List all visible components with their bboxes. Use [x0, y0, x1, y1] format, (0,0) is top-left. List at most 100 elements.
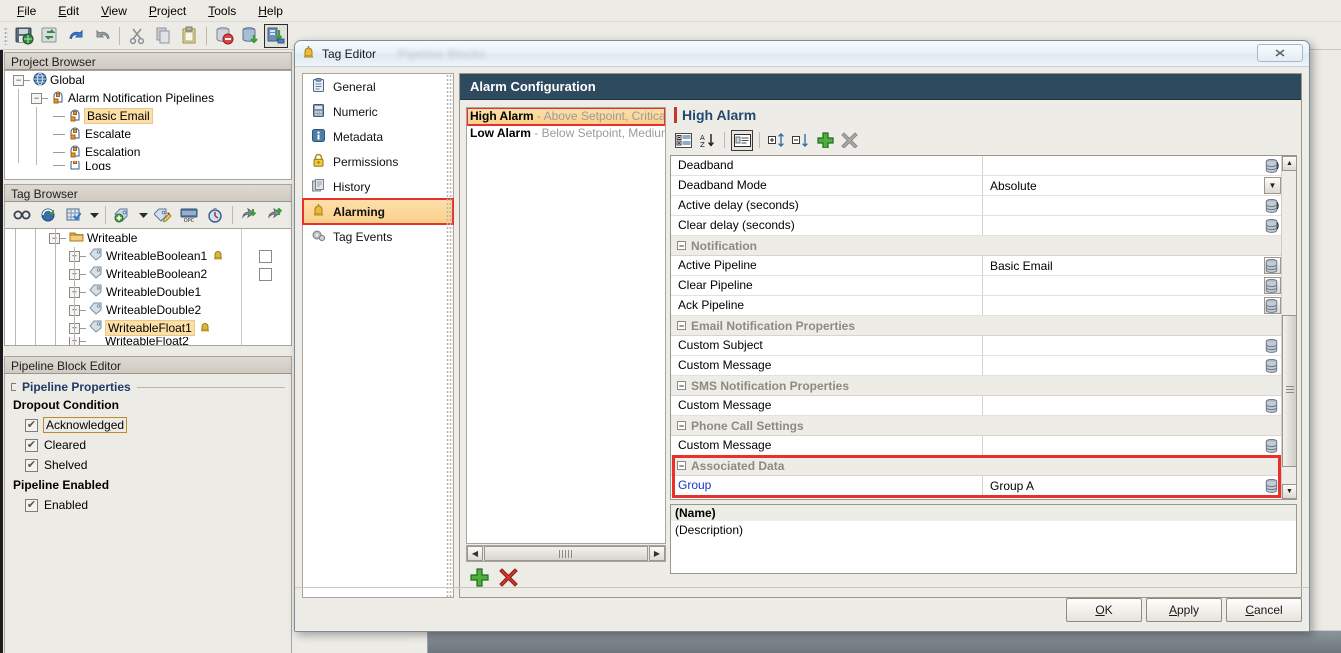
- tree-item-tag[interactable]: + WriteableBoolean2: [5, 265, 291, 283]
- property-value[interactable]: [983, 396, 1283, 415]
- collapse-icon[interactable]: −: [677, 421, 686, 430]
- alarm-list-item-low-alarm[interactable]: Low Alarm - Below Setpoint, Medium: [467, 125, 665, 142]
- property-row-deadband-mode[interactable]: Deadband Mode Absolute ▼: [671, 176, 1283, 196]
- category-item-permissions[interactable]: Permissions: [303, 149, 453, 174]
- property-row-active-pipeline[interactable]: Active Pipeline Basic Email ▼: [671, 256, 1283, 276]
- db-connect-icon[interactable]: [238, 24, 262, 48]
- categorized-view-button[interactable]: [672, 130, 694, 151]
- property-value[interactable]: Absolute ▼: [983, 176, 1283, 195]
- category-item-numeric[interactable]: Numeric: [303, 99, 453, 124]
- collapse-icon[interactable]: −: [677, 321, 686, 330]
- apply-button[interactable]: Apply: [1146, 598, 1222, 622]
- property-value[interactable]: 0: [983, 216, 1283, 235]
- property-value[interactable]: [983, 356, 1283, 375]
- ok-button[interactable]: OK: [1066, 598, 1142, 622]
- tree-item-tag[interactable]: + WriteableDouble2: [5, 301, 291, 319]
- binding-icon[interactable]: [1262, 196, 1281, 216]
- scrollbar-thumb[interactable]: [1282, 315, 1296, 467]
- tree-item-escalate[interactable]: Escalate: [5, 125, 291, 143]
- property-value[interactable]: 0: [983, 156, 1283, 175]
- binding-icon[interactable]: [1262, 356, 1281, 376]
- property-value[interactable]: [983, 336, 1283, 355]
- collapse-icon[interactable]: −: [677, 241, 686, 250]
- alarm-list-horizontal-scrollbar[interactable]: ◀ ▶: [466, 545, 666, 562]
- menu-item-project[interactable]: Project: [138, 2, 197, 20]
- property-value[interactable]: [983, 436, 1283, 455]
- scroll-right-icon[interactable]: ▶: [649, 546, 665, 561]
- menu-item-view[interactable]: View: [90, 2, 138, 20]
- checkbox-row-enabled[interactable]: ✔ Enabled: [25, 498, 285, 512]
- alarm-property-grid[interactable]: Deadband 0 Deadband Mode Absolute ▼: [670, 155, 1297, 500]
- cut-icon[interactable]: [125, 24, 149, 48]
- tree-item-escalation[interactable]: Escalation: [5, 143, 291, 161]
- binding-icon[interactable]: [1262, 296, 1281, 316]
- tree-item-writeable-folder[interactable]: − Writeable: [5, 229, 291, 247]
- menu-item-help[interactable]: Help: [247, 2, 294, 20]
- close-icon[interactable]: [1257, 44, 1303, 62]
- scrollbar-thumb[interactable]: [484, 546, 648, 561]
- checkbox-shelved[interactable]: ✔: [25, 458, 38, 472]
- scroll-left-icon[interactable]: ◀: [467, 546, 483, 561]
- scroll-up-icon[interactable]: ▲: [1282, 156, 1296, 171]
- tag-checkbox[interactable]: [259, 249, 272, 263]
- tag-browser-tree[interactable]: − Writeable + WriteableBoolean1: [4, 228, 292, 346]
- db-disabled-icon[interactable]: [212, 24, 236, 48]
- history-timer-icon[interactable]: [203, 203, 227, 227]
- expand-all-button[interactable]: [766, 130, 788, 151]
- property-row-sms-custom-message[interactable]: Custom Message: [671, 396, 1283, 416]
- opc-icon[interactable]: OPC: [177, 203, 201, 227]
- property-value[interactable]: 0: [983, 196, 1283, 215]
- property-row-phone-custom-message[interactable]: Custom Message: [671, 436, 1283, 456]
- category-item-alarming[interactable]: Alarming: [302, 198, 454, 225]
- property-value[interactable]: Basic Email ▼: [983, 256, 1283, 275]
- property-grid-scrollbar[interactable]: ▲ ▼: [1281, 156, 1296, 499]
- paste-icon[interactable]: [177, 24, 201, 48]
- binding-icon[interactable]: [1262, 436, 1281, 456]
- save-icon[interactable]: [12, 24, 36, 48]
- property-row-email-custom-message[interactable]: Custom Message: [671, 356, 1283, 376]
- collapse-all-button[interactable]: [790, 130, 812, 151]
- checkbox-acknowledged[interactable]: ✔: [25, 418, 38, 432]
- property-row-active-delay[interactable]: Active delay (seconds) 0: [671, 196, 1283, 216]
- tree-item-tag[interactable]: + WriteableBoolean1: [5, 247, 291, 265]
- undo-icon[interactable]: [64, 24, 88, 48]
- category-list[interactable]: General Numeric Metadata Permissions His…: [302, 73, 454, 598]
- binding-icon[interactable]: [1262, 156, 1281, 176]
- binding-icon[interactable]: [1262, 336, 1281, 356]
- property-row-clear-pipeline[interactable]: Clear Pipeline ▼: [671, 276, 1283, 296]
- tree-item-basic-email[interactable]: Basic Email: [5, 107, 291, 125]
- copy-icon[interactable]: [151, 24, 175, 48]
- checkbox-cleared[interactable]: ✔: [25, 438, 38, 452]
- export-icon[interactable]: [264, 203, 288, 227]
- binding-icon[interactable]: [1262, 396, 1281, 416]
- property-row-clear-delay[interactable]: Clear delay (seconds) 0: [671, 216, 1283, 236]
- category-item-history[interactable]: History: [303, 174, 453, 199]
- checkbox-enabled[interactable]: ✔: [25, 498, 38, 512]
- checkbox-row-shelved[interactable]: ✔ Shelved: [25, 458, 285, 472]
- property-category-sms-notification[interactable]: − SMS Notification Properties: [671, 376, 1283, 396]
- property-category-email-notification[interactable]: − Email Notification Properties: [671, 316, 1283, 336]
- tree-item[interactable]: − Alarm Notification Pipelines: [5, 89, 291, 107]
- browse-tags-icon[interactable]: [10, 203, 34, 227]
- import-icon[interactable]: [238, 203, 262, 227]
- menu-item-tools[interactable]: Tools: [197, 2, 247, 20]
- alarm-list[interactable]: High Alarm - Above Setpoint, Critical Lo…: [466, 107, 666, 544]
- category-item-general[interactable]: General: [303, 74, 453, 99]
- binding-icon[interactable]: [1262, 276, 1281, 296]
- menu-item-file[interactable]: File: [6, 2, 47, 20]
- tree-item[interactable]: − Global: [5, 71, 291, 89]
- scroll-down-icon[interactable]: ▼: [1282, 484, 1296, 499]
- edit-tags-icon[interactable]: [62, 203, 86, 227]
- category-item-metadata[interactable]: Metadata: [303, 124, 453, 149]
- new-tag-icon[interactable]: [111, 203, 135, 227]
- binding-icon[interactable]: [1262, 216, 1281, 236]
- chevron-down-icon[interactable]: [137, 203, 149, 227]
- expander-minus-icon[interactable]: −: [31, 92, 42, 104]
- property-row-email-custom-subject[interactable]: Custom Subject: [671, 336, 1283, 356]
- remove-property-button[interactable]: [838, 130, 860, 151]
- property-row-deadband[interactable]: Deadband 0: [671, 156, 1283, 176]
- refresh-icon[interactable]: [36, 203, 60, 227]
- tree-item-logs[interactable]: Logs: [5, 161, 291, 170]
- alphabetical-sort-button[interactable]: AZ: [696, 130, 718, 151]
- tree-item-writeablefloat1[interactable]: + WriteableFloat1: [5, 319, 291, 337]
